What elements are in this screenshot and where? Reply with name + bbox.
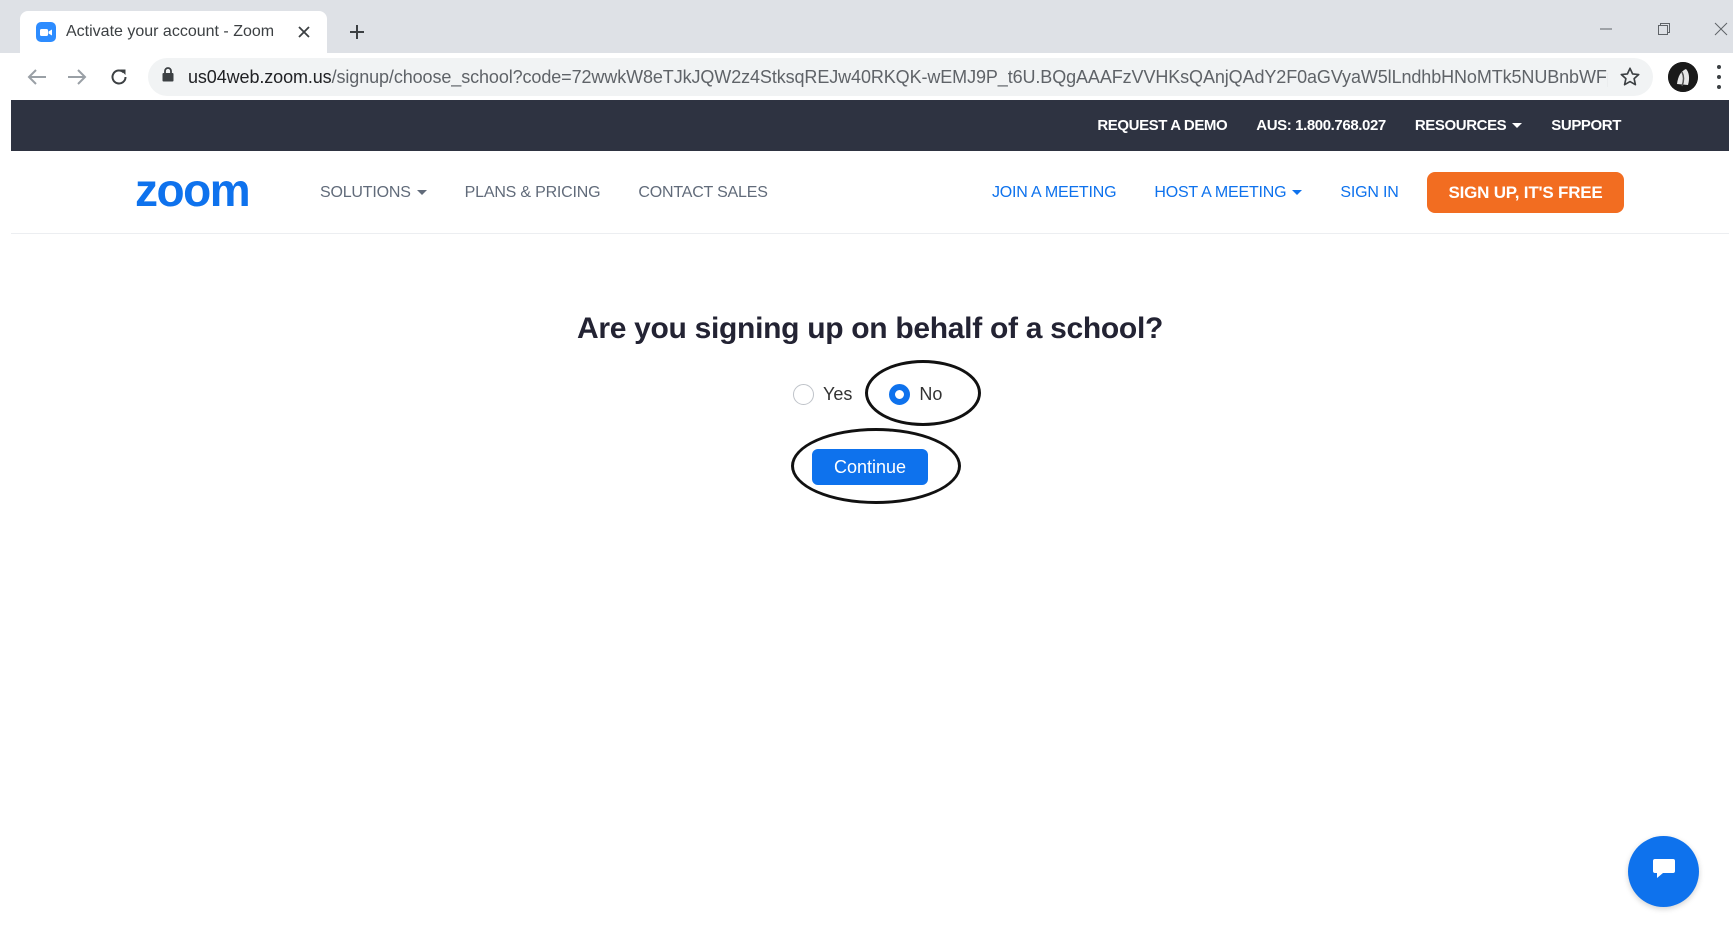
request-demo-link[interactable]: REQUEST A DEMO xyxy=(1097,117,1227,134)
lock-icon xyxy=(162,67,174,87)
url-path: /signup/choose_school?code=72wwkW8eTJkJQ… xyxy=(331,66,1608,87)
profile-avatar-icon[interactable] xyxy=(1668,62,1698,92)
resources-label: RESOURCES xyxy=(1414,117,1507,134)
url-text: us04web.zoom.us/signup/choose_school?cod… xyxy=(188,67,1608,88)
tab-title: Activate your account - Zoom xyxy=(66,23,275,40)
close-icon[interactable] xyxy=(293,21,315,43)
back-arrow-icon[interactable] xyxy=(21,61,53,93)
zoom-logo-mark: zoom xyxy=(135,164,251,216)
solutions-dropdown[interactable]: SOLUTIONS xyxy=(320,184,427,202)
more-menu-icon[interactable] xyxy=(1715,65,1723,89)
radio-yes-circle[interactable] xyxy=(793,383,814,405)
caret-down-icon xyxy=(416,190,427,195)
browser-tab-active[interactable]: Activate your account - Zoom xyxy=(20,11,327,53)
logo-text: zoom xyxy=(135,171,249,213)
solutions-label: SOLUTIONS xyxy=(320,183,411,201)
bookmark-star-icon[interactable] xyxy=(1619,66,1641,93)
support-link[interactable]: SUPPORT xyxy=(1551,117,1621,134)
caret-down-icon xyxy=(1292,190,1303,195)
zoom-logo[interactable]: zoom xyxy=(135,164,277,218)
zoom-topbar: REQUEST A DEMO AUS: 1.800.768.027 RESOUR… xyxy=(11,100,1729,151)
phone-link[interactable]: AUS: 1.800.768.027 xyxy=(1256,117,1386,134)
school-question-heading: Are you signing up on behalf of a school… xyxy=(576,312,1164,345)
browser-toolbar: us04web.zoom.us/signup/choose_school?cod… xyxy=(0,53,1733,100)
sign-in-link[interactable]: SIGN IN xyxy=(1340,184,1398,202)
radio-yes-label: Yes xyxy=(823,383,853,404)
nav-left-group: SOLUTIONS PLANS & PRICING CONTACT SALES xyxy=(320,151,806,234)
browser-tabstrip: Activate your account - Zoom xyxy=(0,0,1733,53)
address-bar[interactable]: us04web.zoom.us/signup/choose_school?cod… xyxy=(148,58,1653,96)
window-close-icon[interactable] xyxy=(1706,14,1733,44)
radio-option-no[interactable]: No xyxy=(889,383,943,405)
plans-pricing-link[interactable]: PLANS & PRICING xyxy=(465,184,601,202)
host-meeting-label: HOST A MEETING xyxy=(1154,183,1287,201)
nav-right-group: JOIN A MEETING HOST A MEETING SIGN IN xyxy=(992,151,1437,234)
zoom-camera-icon xyxy=(36,22,56,42)
radio-option-yes[interactable]: Yes xyxy=(793,383,853,405)
host-meeting-dropdown[interactable]: HOST A MEETING xyxy=(1154,183,1303,202)
restore-icon[interactable] xyxy=(1649,14,1679,44)
continue-button[interactable]: Continue xyxy=(812,449,928,485)
sign-up-free-button[interactable]: SIGN UP, IT'S FREE xyxy=(1427,172,1624,213)
school-radio-group: Yes No xyxy=(793,380,979,408)
caret-down-icon xyxy=(1512,123,1523,128)
reload-icon[interactable] xyxy=(103,61,135,93)
url-host: us04web.zoom.us xyxy=(188,66,332,87)
join-meeting-link[interactable]: JOIN A MEETING xyxy=(992,184,1117,202)
new-tab-plus-icon[interactable] xyxy=(342,17,372,47)
forward-arrow-icon[interactable] xyxy=(61,61,93,93)
zoom-main-nav: zoom SOLUTIONS PLANS & PRICING CONTACT S… xyxy=(11,151,1729,234)
radio-no-circle[interactable] xyxy=(889,383,911,405)
resources-dropdown[interactable]: RESOURCES xyxy=(1414,117,1523,134)
radio-no-label: No xyxy=(919,383,943,404)
chat-bubble-icon xyxy=(1651,856,1677,887)
minimize-icon[interactable] xyxy=(1591,14,1621,44)
chat-launcher-button[interactable] xyxy=(1628,836,1699,907)
contact-sales-link[interactable]: CONTACT SALES xyxy=(638,184,767,202)
